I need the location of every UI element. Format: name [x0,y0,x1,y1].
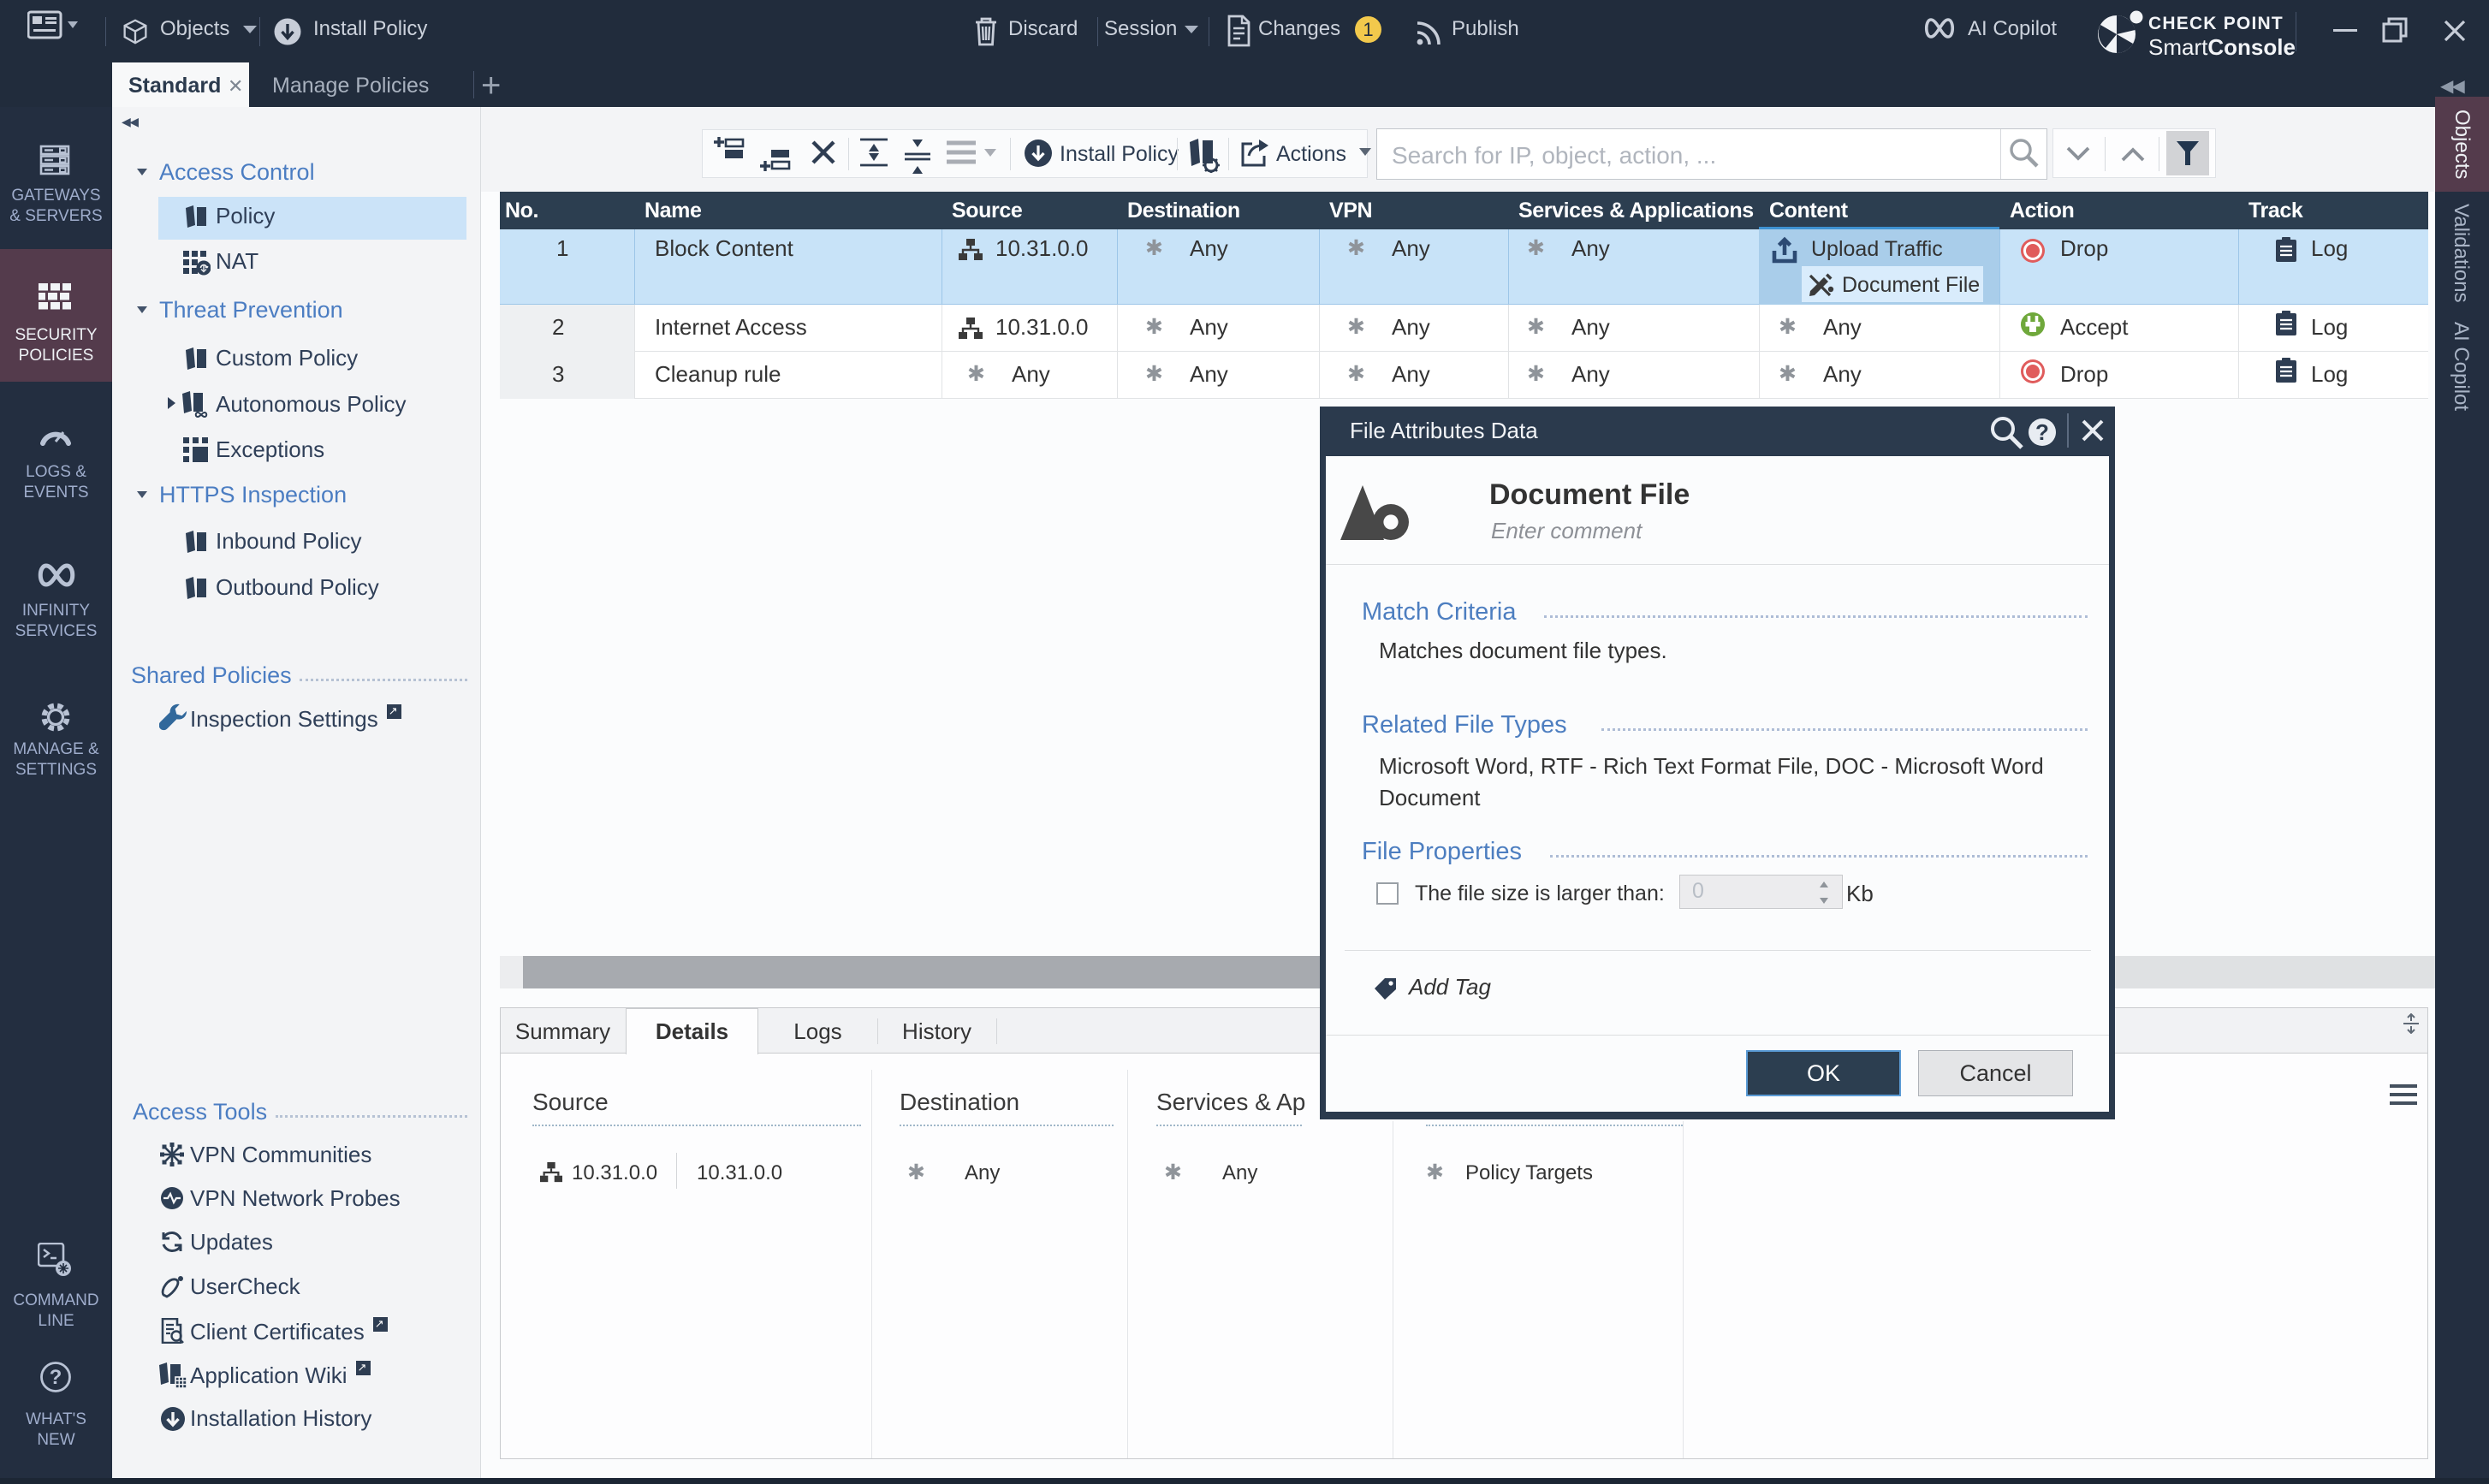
svg-text:?: ? [50,1366,62,1389]
svg-text:?: ? [2035,419,2049,445]
